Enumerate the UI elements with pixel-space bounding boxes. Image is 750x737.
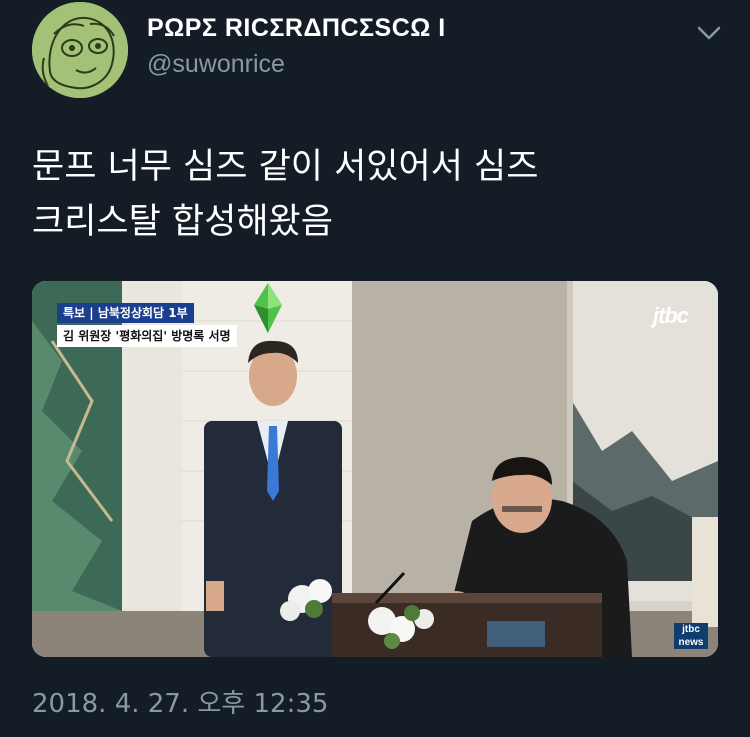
user-handle[interactable]: @suwonrice — [147, 50, 285, 79]
broadcaster-logo-small: jtbc news — [674, 623, 708, 649]
news-caption-bottom: 김 위원장 '평화의집' 방명록 서명 — [57, 325, 237, 347]
avatar[interactable] — [32, 2, 128, 98]
news-caption-top: 특보 | 남북정상회담 1부 — [57, 303, 194, 323]
logo-small-line1: jtbc — [682, 624, 700, 635]
broadcaster-logo: jtbc — [652, 303, 689, 328]
tweet-text: 문프 너무 심즈 같이 서있어서 심즈 크리스탈 합성해왔음 — [32, 140, 712, 250]
tweet-media-image[interactable]: 특보 | 남북정상회담 1부 김 위원장 '평화의집' 방명록 서명 jtbc … — [32, 281, 718, 657]
tweet-text-line: 크리스탈 합성해왔음 — [32, 202, 333, 242]
chevron-down-icon[interactable] — [694, 18, 724, 48]
logo-small-line2: news — [678, 637, 704, 648]
display-name[interactable]: ΡΩΡΣ RICΣRΔΠCΣSCΩ I — [147, 14, 446, 43]
tweet-text-line: 문프 너무 심즈 같이 서있어서 심즈 — [32, 147, 539, 187]
tweet-timestamp[interactable]: 2018. 4. 27. 오후 12:35 — [32, 683, 328, 720]
avatar-drawing — [32, 2, 128, 98]
